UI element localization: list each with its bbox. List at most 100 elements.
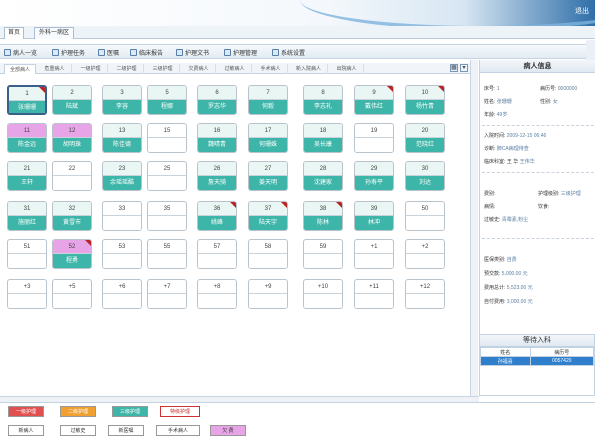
bed-card[interactable]: 6 罗志华 [197,85,237,115]
bed-number: 55 [148,240,186,254]
nursing-docs-button[interactable]: 护理文书 [176,47,209,58]
filter-tab-allergy[interactable]: 过敏病人 [218,64,252,74]
bed-card[interactable]: 32 黄雪市 [52,201,92,231]
bed-card[interactable]: 55 [147,239,187,269]
filter-tab-discharged[interactable]: 出院病人 [330,64,364,74]
bed-card[interactable]: +5 [52,279,92,309]
patient-name: 程勇 [53,254,91,268]
nursing-task-button[interactable]: 护理任务 [52,47,85,58]
bed-card[interactable]: +2 [405,239,445,269]
bed-card[interactable]: 10 杨竹青 [405,85,445,115]
bed-card[interactable]: 53 [102,239,142,269]
bed-card[interactable]: +7 [147,279,187,309]
clinical-report-button[interactable]: 临床报告 [130,47,163,58]
filter-tab-surgery[interactable]: 手术病人 [254,64,288,74]
bed-card[interactable]: 51 [7,239,47,269]
patient-name: 姜天明 [249,176,287,190]
bed-card[interactable]: 58 [248,239,288,269]
bed-number: 35 [148,202,186,216]
bed-card[interactable]: 7 何毅 [248,85,288,115]
bed-number: 20 [406,124,444,138]
bed-card[interactable]: 23 余瑶瑶酷 [102,161,142,191]
orders-button[interactable]: 医嘱 [98,47,119,58]
grid-vertical-scrollbar[interactable] [470,60,478,396]
bed-card[interactable]: +1 [354,239,394,269]
separator [482,125,594,126]
patient-name [103,216,141,230]
alert-corner-icon [85,240,91,246]
patient-name [406,254,444,268]
bed-card[interactable]: +3 [7,279,47,309]
tab-ward[interactable]: 外科一病区 [34,27,74,39]
filter-tab-level3[interactable]: 三级护理 [146,64,180,74]
filter-tab-arrears[interactable]: 欠费病人 [182,64,216,74]
bed-card[interactable]: +6 [102,279,142,309]
bed-card[interactable]: 12 胡明珠 [52,123,92,153]
bed-card[interactable]: +10 [303,279,343,309]
patient-list-button[interactable]: 病人一览 [4,47,37,58]
bed-card[interactable]: 30 刘达 [405,161,445,191]
grid-view-icon[interactable]: ▦ [450,64,458,72]
filter-tab-new[interactable]: 新入院病人 [290,64,328,74]
bed-card[interactable]: 59 [303,239,343,269]
table-row[interactable]: 孙福喜 0057420 [480,356,595,366]
tab-home[interactable]: 首页 [4,27,24,39]
bed-card[interactable]: 38 陈林 [303,201,343,231]
bed-card[interactable]: 36 姚峰 [197,201,237,231]
bed-card[interactable]: 19 [354,123,394,153]
patient-list-icon [4,49,11,56]
bed-card[interactable]: 26 詹天骑 [197,161,237,191]
bed-number: +7 [148,280,186,294]
bed-card[interactable]: 57 [197,239,237,269]
bed-card[interactable]: 22 [52,161,92,191]
bed-card[interactable]: 11 陈金远 [7,123,47,153]
bed-card[interactable]: 18 吴长康 [303,123,343,153]
bed-card[interactable]: 21 王轩 [7,161,47,191]
bed-card[interactable]: 28 沈建家 [303,161,343,191]
bed-card[interactable]: 2 陆斌 [52,85,92,115]
bed-card[interactable]: 15 [147,123,187,153]
bed-card[interactable]: 50 [405,201,445,231]
system-settings-button[interactable]: 系统设置 [272,47,305,58]
bed-card[interactable]: 27 姜天明 [248,161,288,191]
filter-tab-level2[interactable]: 二级护理 [110,64,144,74]
filter-tab-level1[interactable]: 一级护理 [74,64,108,74]
bed-card[interactable]: 52 程勇 [52,239,92,269]
patient-name [406,216,444,230]
bed-card[interactable]: 35 [147,201,187,231]
bed-number: 50 [406,202,444,216]
filter-tab-critical[interactable]: 危重病人 [38,64,72,74]
bed-card[interactable]: 37 陆天宇 [248,201,288,231]
bed-card[interactable]: +11 [354,279,394,309]
alert-corner-icon [438,86,444,92]
bed-card[interactable]: 17 何珊姝 [248,123,288,153]
view-dropdown-icon[interactable]: ▾ [460,64,468,72]
bed-card[interactable]: +8 [197,279,237,309]
patient-name: 李容 [103,100,141,114]
bed-card[interactable]: +12 [405,279,445,309]
bed-number: +8 [198,280,236,294]
bed-card[interactable]: 9 戴伟红 [354,85,394,115]
bed-card[interactable]: 20 范晓红 [405,123,445,153]
bed-card[interactable]: 1 张珊珊 [7,85,47,115]
bed-card[interactable]: 13 陈佳德 [102,123,142,153]
bed-number: 7 [249,86,287,100]
bed-card[interactable]: 8 李志礼 [303,85,343,115]
filter-tab-all[interactable]: 全部病人 [4,64,36,74]
patient-name [103,294,141,308]
bed-card[interactable]: 29 孙寿平 [354,161,394,191]
bed-card[interactable]: 5 程娜 [147,85,187,115]
bed-card[interactable]: +9 [248,279,288,309]
bed-card[interactable]: 33 [102,201,142,231]
patient-name: 何珊姝 [249,138,287,152]
bed-card[interactable]: 39 林冲 [354,201,394,231]
bed-card[interactable]: 31 施丽红 [7,201,47,231]
logout-link[interactable]: 退出 [575,6,589,16]
bed-card[interactable]: 3 李容 [102,85,142,115]
patient-name [355,138,393,152]
bed-number: 59 [304,240,342,254]
bed-card[interactable]: 16 魏晴青 [197,123,237,153]
bed-card[interactable]: 25 [147,161,187,191]
bed-number: 2 [53,86,91,100]
nursing-mgmt-button[interactable]: 护理管理 [224,47,257,58]
